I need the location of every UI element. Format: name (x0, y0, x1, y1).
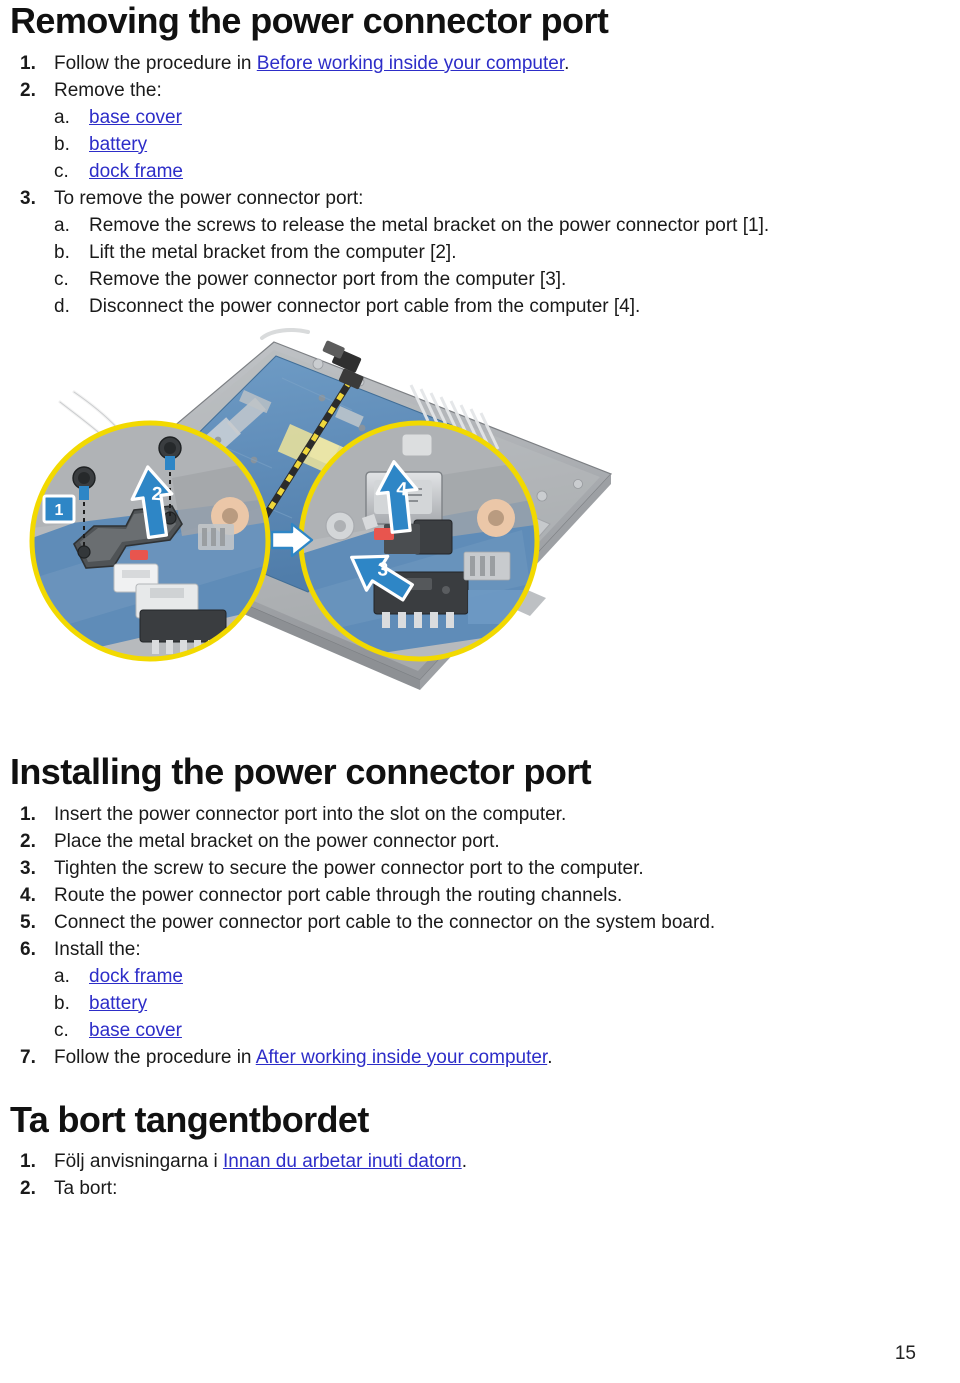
step-item: 4. Route the power connector port cable t… (10, 882, 916, 909)
step-item: 5. Connect the power connector port cable… (10, 909, 916, 936)
substep-letter: a. (54, 965, 70, 987)
step-number: 1. (20, 1151, 36, 1173)
link-base-cover-install[interactable]: base cover (89, 1020, 182, 1041)
step-item: 1. Insert the power connector port into t… (10, 801, 916, 828)
step-item: 2. Remove the: (10, 77, 916, 104)
step-number: 3. (20, 857, 36, 879)
substep-letter: a. (54, 106, 70, 128)
page-title-installing: Installing the power connector port (10, 750, 592, 792)
step-item: 1. Följ anvisningarna i Innan du arbetar … (10, 1148, 916, 1175)
link-base-cover[interactable]: base cover (89, 107, 182, 128)
installing-steps-list: 1. Insert the power connector port into t… (10, 801, 916, 1071)
substep-item: a. Remove the screws to release the metal… (10, 212, 916, 239)
substep-item: b. Lift the metal bracket from the comput… (10, 239, 916, 266)
step-number: 1. (20, 52, 36, 74)
substep-text: Lift the metal bracket from the computer… (89, 241, 457, 263)
document-page: Removing the power connector port 1. Foll… (0, 0, 960, 1383)
substep-item: d. Disconnect the power connector port ca… (10, 293, 916, 320)
callout-arrow-3-label: 3 (377, 559, 388, 580)
substep-item: c. Remove the power connector port from t… (10, 266, 916, 293)
substep-letter: b. (54, 992, 70, 1014)
substep-letter: c. (54, 1019, 69, 1041)
substep-letter: b. (54, 133, 70, 155)
link-before-working-inside[interactable]: Before working inside your computer (257, 53, 564, 74)
link-battery[interactable]: battery (89, 134, 147, 155)
substep-text: Remove the power connector port from the… (89, 268, 567, 290)
step-item: 7. Follow the procedure in After working … (10, 1044, 916, 1071)
step-text: To remove the power connector port: (54, 187, 364, 209)
callout-arrow-4-label: 4 (396, 479, 408, 501)
removing-steps-list: 1. Follow the procedure in Before working… (10, 50, 916, 320)
substep-letter: d. (54, 295, 70, 317)
link-innan-du-arbetar[interactable]: Innan du arbetar inuti datorn (223, 1151, 462, 1172)
step-item: 2. Ta bort: (10, 1175, 916, 1202)
substep-item: c. dock frame (10, 158, 916, 185)
substep-item: a. dock frame (10, 963, 916, 990)
step-item: 2. Place the metal bracket on the power c… (10, 828, 916, 855)
step-text: Install the: (54, 938, 141, 960)
step-text: Follow the procedure in (54, 1046, 256, 1068)
swedish-steps-list: 1. Följ anvisningarna i Innan du arbetar … (10, 1148, 916, 1202)
step-text: Place the metal bracket on the power con… (54, 830, 500, 852)
step-number: 5. (20, 911, 36, 933)
page-title-swedish: Ta bort tangentbordet (10, 1098, 369, 1140)
link-dock-frame[interactable]: dock frame (89, 161, 183, 182)
substep-text: Remove the screws to release the metal b… (89, 214, 770, 236)
substep-letter: c. (54, 268, 69, 290)
link-after-working-inside[interactable]: After working inside your computer (256, 1047, 547, 1068)
callout-badge-1: 1 (42, 494, 76, 524)
step-number: 6. (20, 938, 36, 960)
page-title-removing: Removing the power connector port (10, 0, 609, 41)
step-text: Follow the procedure in (54, 52, 257, 74)
substep-text: Disconnect the power connector port cabl… (89, 295, 641, 317)
page-number: 15 (894, 1343, 916, 1364)
figure-power-connector-removal: 1 2 4 3 (22, 327, 622, 753)
link-dock-frame-install[interactable]: dock frame (89, 966, 183, 987)
callout-arrow-2-label: 2 (151, 484, 163, 506)
step-number: 2. (20, 1178, 36, 1200)
substep-item: b. battery (10, 990, 916, 1017)
step-text: Följ anvisningarna i (54, 1151, 223, 1173)
step-text: Insert the power connector port into the… (54, 803, 567, 825)
step-number: 4. (20, 884, 36, 906)
step-number: 1. (20, 803, 36, 825)
substep-item: c. base cover (10, 1017, 916, 1044)
step-text-tail: . (547, 1046, 553, 1068)
step-number: 3. (20, 187, 36, 209)
step-text: Remove the: (54, 79, 162, 101)
substep-letter: b. (54, 241, 70, 263)
step-item: 1. Follow the procedure in Before working… (10, 50, 916, 77)
step-text: Ta bort: (54, 1178, 118, 1200)
step-number: 2. (20, 830, 36, 852)
substep-item: b. battery (10, 131, 916, 158)
step-item: 3. Tighten the screw to secure the power … (10, 855, 916, 882)
step-item: 3. To remove the power connector port: (10, 185, 916, 212)
substep-item: a. base cover (10, 104, 916, 131)
substep-letter: a. (54, 214, 70, 236)
step-text: Route the power connector port cable thr… (54, 884, 623, 906)
step-text: Tighten the screw to secure the power co… (54, 857, 644, 879)
step-number: 7. (20, 1046, 36, 1068)
step-text-tail: . (564, 52, 570, 74)
step-item: 6. Install the: (10, 936, 916, 963)
substep-letter: c. (54, 160, 69, 182)
step-text: Connect the power connector port cable t… (54, 911, 716, 933)
step-number: 2. (20, 79, 36, 101)
callout-badge-1-label: 1 (55, 502, 64, 519)
step-text-tail: . (461, 1151, 467, 1173)
link-battery-install[interactable]: battery (89, 993, 147, 1014)
